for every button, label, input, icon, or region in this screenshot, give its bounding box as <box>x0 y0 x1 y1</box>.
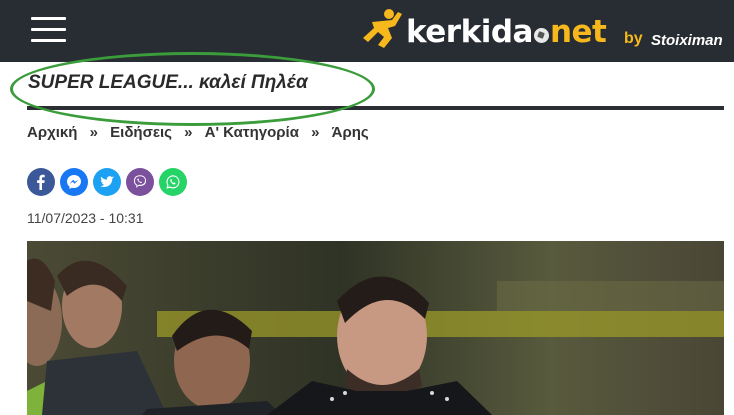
breadcrumb: Αρχική » Ειδήσεις » Α' Κατηγορία » Άρης <box>27 124 369 144</box>
brand-tld: net <box>549 14 607 50</box>
brand-wordmark: kerkida net <box>406 14 607 50</box>
breadcrumb-home[interactable]: Αρχική <box>27 124 77 141</box>
whatsapp-icon <box>166 175 180 189</box>
menu-line <box>31 17 66 20</box>
sponsor-name: Stoiximan <box>651 32 723 49</box>
breadcrumb-separator: » <box>311 124 320 141</box>
publish-date: 11/07/2023 - 10:31 <box>27 210 144 226</box>
brand-by: by <box>624 30 643 47</box>
share-buttons <box>27 168 187 196</box>
breadcrumb-category[interactable]: Α' Κατηγορία <box>205 124 299 141</box>
viber-share-button[interactable] <box>126 168 154 196</box>
twitter-share-button[interactable] <box>93 168 121 196</box>
breadcrumb-news[interactable]: Ειδήσεις <box>110 124 172 141</box>
brand-main: kerkida <box>406 14 533 50</box>
hamburger-menu-icon[interactable] <box>31 15 67 45</box>
messenger-share-button[interactable] <box>60 168 88 196</box>
football-icon <box>533 28 549 43</box>
breadcrumb-team[interactable]: Άρης <box>332 124 369 141</box>
breadcrumb-separator: » <box>184 124 193 141</box>
whatsapp-share-button[interactable] <box>159 168 187 196</box>
runner-logo-icon <box>363 9 402 48</box>
site-header: kerkida net by Stoiximan <box>0 0 734 62</box>
facebook-icon <box>37 174 45 190</box>
menu-line <box>31 39 66 42</box>
site-logo[interactable]: kerkida net by Stoiximan <box>362 6 734 56</box>
messenger-icon <box>67 175 81 189</box>
green-circle-annotation <box>10 52 375 126</box>
menu-line <box>31 28 66 31</box>
breadcrumb-separator: » <box>89 124 98 141</box>
article-hero-image <box>27 241 724 415</box>
twitter-icon <box>100 176 114 188</box>
hero-photo-illustration <box>27 241 724 415</box>
facebook-share-button[interactable] <box>27 168 55 196</box>
viber-icon <box>134 175 146 188</box>
